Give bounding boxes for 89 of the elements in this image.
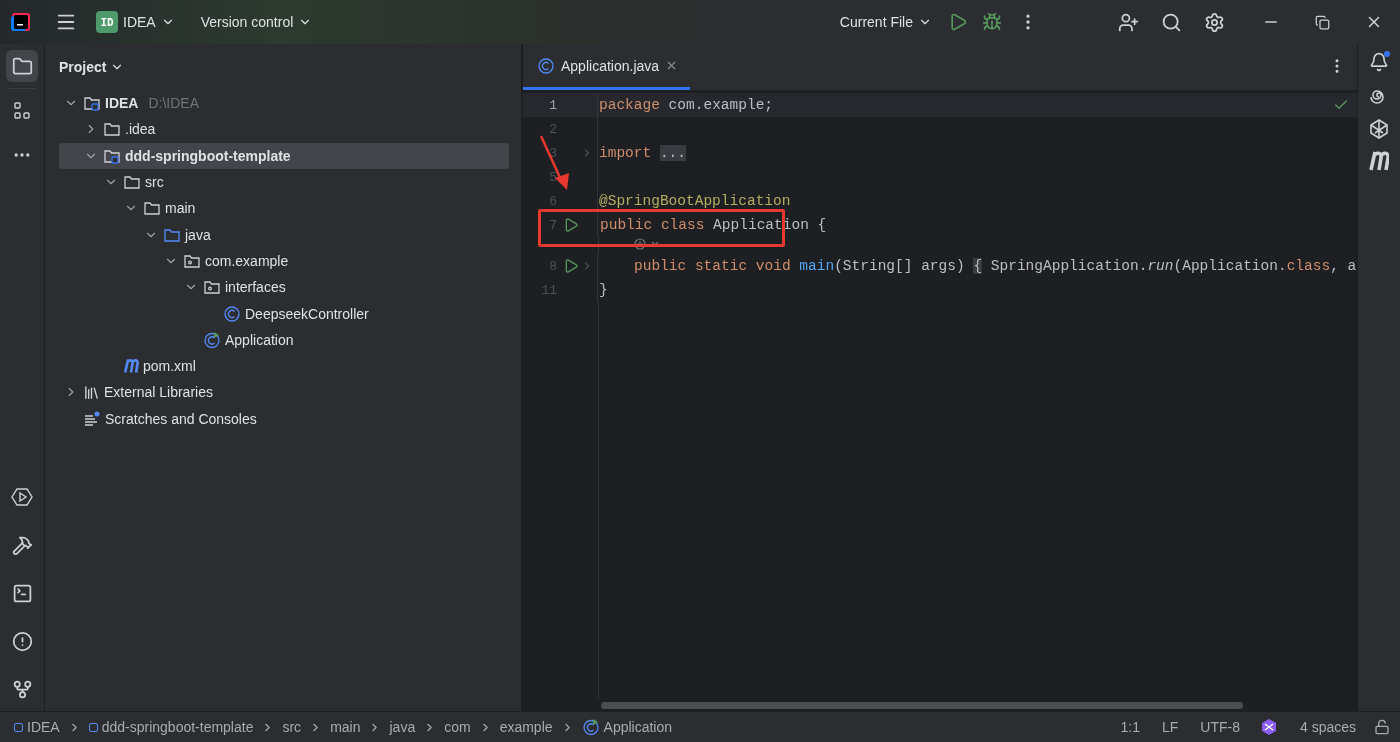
breadcrumb[interactable]: src [282,719,302,735]
notifications-icon[interactable] [1369,52,1389,72]
caret-position[interactable]: 1:1 [1120,719,1140,735]
scratches-icon [83,409,101,428]
line-number: 1 [548,97,557,113]
runnable-class-icon [203,330,221,349]
code-line: public static void main(String[] args) { SpringApplication.run(Application.class, a [633,257,1357,276]
run-icon[interactable] [563,217,579,233]
panel-title[interactable]: Project [59,59,125,75]
tree-item-label: src [145,174,164,191]
ai-assistant-icon[interactable] [1368,118,1390,140]
class-icon [223,304,241,323]
file-encoding[interactable]: UTF-8 [1200,719,1240,735]
tree-item[interactable]: External Libraries [59,379,509,406]
restore-icon[interactable] [1314,14,1330,30]
folder-icon [143,199,161,218]
breadcrumb[interactable]: example [499,719,553,735]
breadcrumb[interactable]: Application [581,718,673,736]
tree-item-label: interfaces [225,279,286,296]
code-line: import ... [598,144,687,163]
library-icon [83,383,100,401]
module-folder-icon [83,94,101,113]
line-separator[interactable]: LF [1161,719,1179,735]
inlay-hint-icon[interactable] [633,237,661,251]
scrollbar[interactable] [601,701,1243,709]
editor-tab[interactable]: Application.java [523,44,691,90]
debug-icon[interactable] [982,12,1002,32]
settings-icon[interactable] [1203,11,1225,33]
search-icon[interactable] [1160,11,1182,33]
code-line: @SpringBootApplication [598,192,791,211]
module-icon [88,722,98,732]
tree-item-label: ddd-springboot-template [125,147,291,164]
tree-item[interactable]: main [59,195,509,222]
app-logo[interactable] [10,11,32,33]
tree-item[interactable]: interfaces [59,274,509,301]
tree-item-label: pom.xml [143,358,196,375]
project-selector[interactable]: ID IDEA [90,7,181,37]
hammer-icon[interactable] [11,534,33,556]
git-icon[interactable] [11,678,33,700]
run-icon[interactable] [948,12,968,32]
maven-icon [123,358,139,375]
services-icon[interactable] [11,486,33,508]
tree-item[interactable]: java [59,221,509,248]
code-line: package com.example; [598,96,774,115]
code-line: } [598,281,608,300]
folder-icon [103,120,121,139]
tree-item-label: com.example [205,252,289,269]
tree-item[interactable]: Application [59,326,509,353]
tree-item-label: IDEA [105,95,139,112]
ai-status-icon[interactable] [1259,718,1278,736]
tree-item-label: main [165,200,196,217]
breadcrumb[interactable]: com [444,719,471,735]
indent-setting[interactable]: 4 spaces [1299,719,1356,735]
path-hint: D:\IDEA [148,95,200,112]
tree-item-label: DeepseekController [245,305,369,322]
runnable-class-icon [581,718,600,736]
problems-icon[interactable] [11,630,33,652]
tree-item[interactable]: DeepseekController [59,300,509,327]
tree-item[interactable]: pom.xml [59,352,509,380]
notification-dot [1384,51,1390,57]
tree-item-label: Scratches and Consoles [105,410,257,427]
tree-item-label: .idea [125,121,156,138]
module-icon [14,722,23,732]
tree-item[interactable]: Scratches and Consoles [59,405,509,432]
folder-icon[interactable] [11,55,33,77]
tree-item-label: Application [225,331,294,348]
folder-icon [123,173,141,192]
class-icon [537,56,555,75]
tree-item-label: External Libraries [104,384,213,401]
breadcrumb[interactable]: IDEA [14,719,60,735]
breadcrumb[interactable]: java [389,719,416,735]
tree-item[interactable]: ddd-springboot-template [59,142,509,169]
tree-item[interactable]: IDEA D:\IDEA [59,90,509,117]
run-icon[interactable] [563,258,579,274]
maven-icon[interactable] [1369,150,1389,172]
vcs-selector[interactable]: Version control [194,7,319,37]
structure-icon[interactable] [12,101,32,121]
package-folder-icon [203,278,221,297]
project-badge: ID [96,11,118,33]
breadcrumb[interactable]: main [330,719,361,735]
breadcrumb[interactable]: ddd-springboot-template [88,719,254,735]
lock-icon[interactable] [1374,719,1390,735]
terminal-icon[interactable] [11,582,33,604]
tree-item[interactable]: .idea [59,116,509,143]
run-config-selector[interactable]: Current File [833,7,938,37]
add-user-icon[interactable] [1117,11,1139,33]
tree-item-label: java [185,226,211,243]
tree-item[interactable]: com.example [59,247,509,275]
tree-item[interactable]: src [59,168,509,196]
